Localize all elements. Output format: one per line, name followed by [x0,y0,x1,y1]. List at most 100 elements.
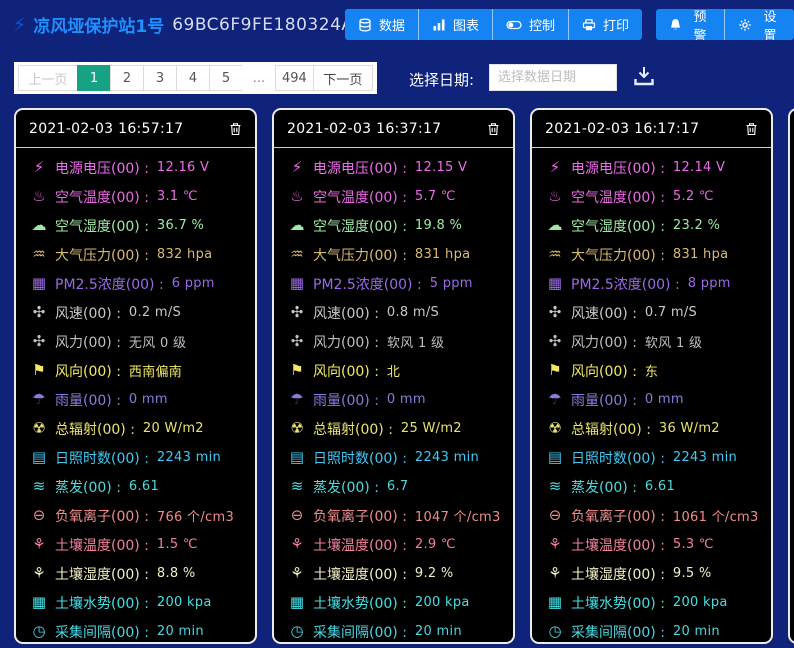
metric-label: 日照时数(00) : [571,450,665,467]
bell-icon [669,18,682,32]
page-button-494[interactable]: 494 [275,65,314,91]
page-button-3[interactable]: 3 [143,65,177,91]
metric-row: ✣ 风力(00) : 软风 1 级 [285,327,513,356]
download-button[interactable] [631,63,657,92]
metric-value: 12.15 V [414,160,468,175]
soil-water-icon: ▦ [547,593,563,611]
thermometer-icon: ♨ [32,187,46,205]
metric-value: 200 kpa [672,595,728,610]
delete-record-button[interactable] [485,120,502,138]
chart-icon [432,18,446,32]
metric-row: ⚘ 土壤温度(00) : 1.5 ℃ [27,530,255,559]
device-id: 69BC6F9FE180324A [172,14,354,35]
page-button-4[interactable]: 4 [176,65,210,91]
metric-label: 蒸发(00) : [571,479,637,496]
database-icon [358,17,372,32]
wind-vane-icon: ⚑ [32,361,46,379]
metric-label: 负氧离子(00) : [571,508,665,525]
delete-record-button[interactable] [743,120,760,138]
metric-label: 风速(00) : [313,305,379,322]
metric-value: 5.2 ℃ [672,189,714,204]
page-button-2[interactable]: 2 [110,65,144,91]
metric-value: 12.16 V [156,160,210,175]
print-button-label: 打印 [603,19,630,34]
metric-label: 雨量(00) : [55,392,121,409]
card-body: ⚡ 电源电压(00) : 12.16 V ♨ 空气温度(00) : 3.1 ℃ … [16,148,255,642]
anion-icon: ⊖ [548,506,562,524]
metric-value: 0.7 m/S [644,305,698,320]
metric-label: 风力(00) : [313,334,379,351]
metric-row: ♒ 大气压力(00) : 832 hpa [27,240,255,269]
metric-label: 大气压力(00) : [313,247,407,264]
delete-record-button[interactable] [227,120,244,138]
metric-label: 日照时数(00) : [313,450,407,467]
battery-icon: ⚡ [33,158,45,176]
metric-value: 软风 1 级 [644,336,703,351]
metric-value: 5.7 ℃ [414,189,456,204]
fan-icon: ✣ [32,303,46,321]
metric-value: 6 ppm [171,276,215,291]
metric-value: 北 [386,365,401,380]
radiation-icon: ☢ [290,419,304,437]
metric-label: PM2.5浓度(00) : [55,276,164,293]
metric-label: 土壤水势(00) : [313,595,407,612]
card-body: ⚡ 电源电压(00) : 12.14 V ♨ 空气温度(00) : 5.2 ℃ … [532,148,771,642]
metric-label: 土壤湿度(00) : [571,566,665,583]
metric-label: 土壤温度(00) : [313,537,407,554]
gear-icon [738,18,752,32]
data-button[interactable]: 数据 [345,9,420,40]
data-card: 2021-02-03 16:37:17 ⚡ 电源电压(00) : 12.15 V… [272,108,515,644]
metric-label: 大气压力(00) : [55,247,149,264]
metric-row: ▦ 土壤水势(00) : 200 kpa [27,588,255,617]
page-ellipsis: ... [242,65,276,91]
metric-label: 总辐射(00) : [571,421,651,438]
metric-label: 电源电压(00) : [313,160,407,177]
metric-value: 19.8 % [414,218,463,233]
toggle-icon [506,18,522,32]
page-button-5[interactable]: 5 [209,65,243,91]
soil-temp-icon: ⚘ [32,535,46,553]
metric-value: 无风 0 级 [128,336,187,351]
print-button[interactable]: 打印 [569,9,643,40]
fan-icon: ✣ [548,303,562,321]
soil-temp-icon: ⚘ [290,535,304,553]
alert-button[interactable]: 预警 [656,9,726,40]
metric-value: 2243 min [156,450,222,465]
clock-icon: ◷ [548,622,562,640]
chart-button[interactable]: 图表 [419,9,494,40]
metric-label: 采集间隔(00) : [55,624,149,641]
download-icon [633,67,655,90]
lightning-icon: ⚡ [13,13,27,36]
metric-value: 12.14 V [672,160,726,175]
date-input[interactable] [489,64,617,91]
metric-value: 200 kpa [414,595,470,610]
metric-row: ▦ PM2.5浓度(00) : 6 ppm [27,269,255,298]
card-timestamp: 2021-02-03 16:37:17 [287,120,442,137]
metric-label: 风向(00) : [313,363,379,380]
page-button-1[interactable]: 1 [77,65,111,91]
metric-row: ♒ 大气压力(00) : 831 hpa [543,240,771,269]
fan-icon: ✣ [290,303,304,321]
metric-label: 空气湿度(00) : [571,218,665,235]
metric-row: ☁ 空气湿度(00) : 36.7 % [27,211,255,240]
trash-icon [229,122,242,139]
date-select-label: 选择日期: [409,71,475,89]
metric-label: 土壤湿度(00) : [55,566,149,583]
prev-page-button[interactable]: 上一页 [18,65,78,91]
next-page-button[interactable]: 下一页 [312,65,373,91]
thermometer-icon: ♨ [548,187,562,205]
control-button[interactable]: 控制 [493,9,570,40]
fan-icon: ✣ [32,332,46,350]
metric-value: 9.5 % [672,566,712,581]
humidity-icon: ☁ [547,216,563,234]
metric-value: 0.2 m/S [128,305,182,320]
metric-label: 电源电压(00) : [55,160,149,177]
settings-button[interactable]: 设置 [725,9,794,40]
battery-icon: ⚡ [291,158,303,176]
metric-row: ◷ 采集间隔(00) : 20 min [27,617,255,642]
printer-icon [582,18,596,32]
metric-label: 蒸发(00) : [55,479,121,496]
metric-value: 832 hpa [156,247,213,262]
metric-row: ☂ 雨量(00) : 0 mm [543,385,771,414]
metric-row: ✣ 风速(00) : 0.8 m/S [285,298,513,327]
